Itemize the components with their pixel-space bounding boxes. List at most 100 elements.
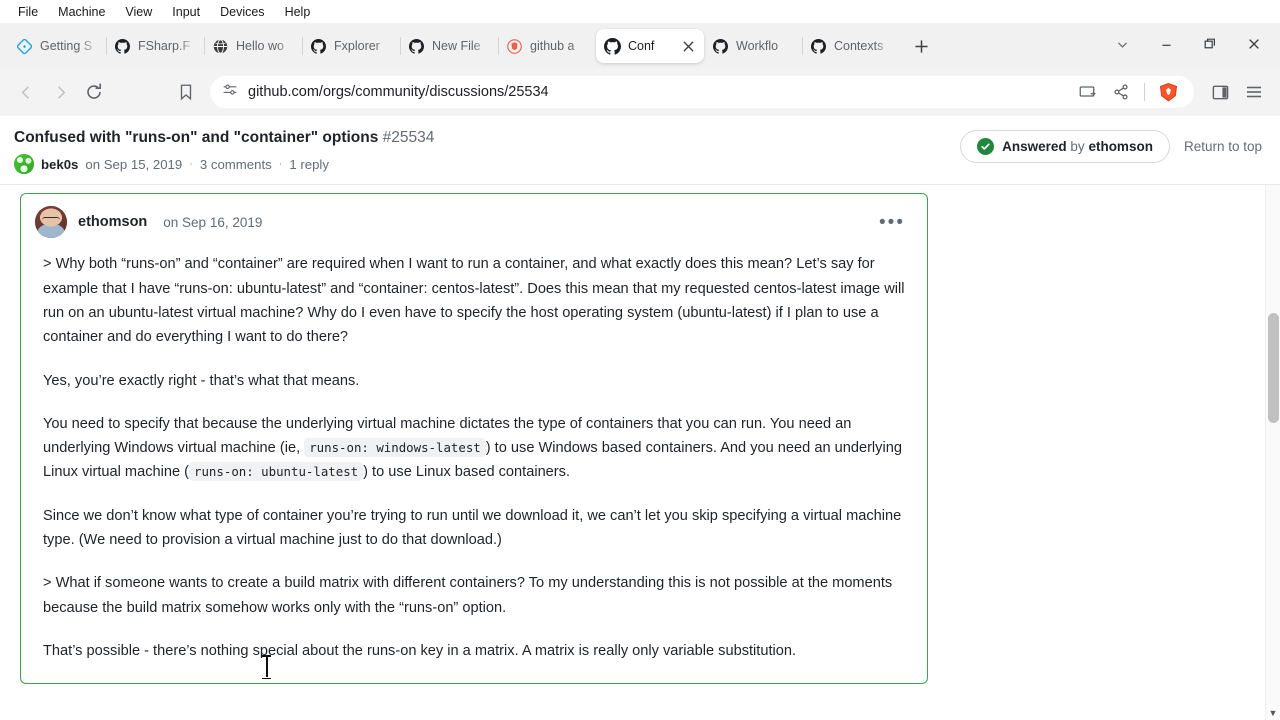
comment-author[interactable]: ethomson [78, 214, 147, 230]
back-icon[interactable] [10, 76, 42, 108]
tab-title: New File [432, 39, 481, 53]
tab-title: Getting S [40, 39, 93, 53]
discussion-header: Confused with "runs-on" and "container" … [0, 116, 1280, 186]
paragraph-text: Yes, you’re exactly right - that’s what … [43, 372, 360, 389]
discussion-scroll-area: ethomson on Sep 16, 2019 ••• > Why both … [0, 185, 1280, 720]
share-icon[interactable] [1105, 76, 1137, 108]
meta-separator: · [189, 158, 193, 171]
vm-menu-file[interactable]: File [8, 3, 48, 21]
sidebar-toggle-icon[interactable] [1204, 76, 1236, 108]
return-to-top-link[interactable]: Return to top [1184, 139, 1262, 154]
bookmark-icon[interactable] [170, 76, 202, 108]
address-bar-icons [1071, 76, 1184, 108]
cast-icon[interactable] [1071, 76, 1103, 108]
tab-title: Fxplorer [334, 39, 380, 53]
inline-code: runs-on: ubuntu-latest [189, 462, 364, 482]
vm-menu-input[interactable]: Input [162, 3, 210, 21]
github-icon [408, 38, 425, 55]
discussion-author[interactable]: bek0s [41, 157, 78, 172]
tab-title: github a [530, 39, 575, 53]
comment-body: > Why both “runs-on” and “container” are… [21, 246, 927, 683]
window-minimize-button[interactable] [1144, 25, 1188, 63]
toolbar-divider [1144, 83, 1145, 101]
forward-icon[interactable] [44, 76, 76, 108]
comment-date: on Sep 16, 2019 [163, 214, 263, 230]
globe-icon [212, 38, 229, 55]
vscode-diamond-icon [16, 38, 33, 55]
paragraph-text: > What if someone wants to create a buil… [43, 575, 893, 616]
comment-header: ethomson on Sep 16, 2019 ••• [21, 194, 927, 246]
tab-strip: Getting S FSharp.F Hello wo Fxplorer New… [0, 24, 1280, 68]
brave-icon [506, 38, 523, 55]
paragraph-text: > Why both “runs-on” and “container” are… [43, 256, 905, 346]
tab-github-a[interactable]: github a [498, 29, 596, 63]
tab-search-chevron-down-icon[interactable] [1100, 25, 1144, 63]
window-controls [1100, 24, 1276, 68]
answered-user: ethomson [1088, 139, 1153, 154]
page-viewport: Confused with "runs-on" and "container" … [0, 116, 1280, 720]
status-badge[interactable]: Answered by ethomson [960, 130, 1170, 163]
discussion-number: #25534 [382, 129, 435, 146]
vm-menu-devices[interactable]: Devices [210, 3, 274, 21]
scrollbar-thumb[interactable] [1268, 313, 1279, 424]
discussion-date: on Sep 15, 2019 [85, 156, 183, 172]
tab-contexts[interactable]: Contexts [802, 29, 900, 63]
github-icon [114, 38, 131, 55]
browser-toolbar: github.com/orgs/community/discussions/25… [0, 68, 1280, 116]
tab-fxplorer[interactable]: Fxplorer [302, 29, 400, 63]
vm-menubar: File Machine View Input Devices Help [0, 0, 1280, 24]
vm-menu-help[interactable]: Help [275, 3, 321, 21]
paragraph-text: Since we don’t know what type of contain… [43, 507, 902, 549]
tab-title: Contexts [834, 39, 884, 53]
tab-title: FSharp.F [138, 39, 191, 53]
tab-confused-active[interactable]: Conf [596, 29, 704, 63]
comment-options-icon[interactable]: ••• [871, 213, 913, 232]
reload-icon[interactable] [78, 76, 110, 108]
comment-paragraph: > Why both “runs-on” and “container” are… [43, 252, 905, 349]
tab-title: Conf [628, 39, 655, 53]
comment-paragraph: You need to specify that because the und… [43, 412, 905, 485]
answer-comment-card: ethomson on Sep 16, 2019 ••• > Why both … [20, 193, 928, 685]
tab-hello-world[interactable]: Hello wo [204, 29, 302, 63]
browser-window: Getting S FSharp.F Hello wo Fxplorer New… [0, 24, 1280, 720]
vm-menu-machine[interactable]: Machine [48, 3, 115, 21]
github-icon [604, 37, 621, 55]
vm-menu-view[interactable]: View [115, 3, 162, 21]
comment-paragraph: That’s possible - there’s nothing specia… [43, 639, 905, 663]
avatar[interactable] [35, 206, 67, 239]
tab-workflow[interactable]: Workflo [704, 29, 802, 63]
tab-title: Workflo [736, 39, 779, 53]
scroll-down-arrow-icon[interactable]: ▼ [1266, 708, 1280, 718]
comments-count[interactable]: 3 comments [200, 157, 272, 172]
tab-title: Hello wo [236, 39, 284, 53]
brave-shields-icon[interactable] [1152, 76, 1184, 108]
paragraph-text: ) to use Linux based containers. [363, 464, 571, 481]
page-scrollbar[interactable]: ▼ [1265, 185, 1280, 720]
url-text[interactable]: github.com/orgs/community/discussions/25… [248, 84, 1061, 100]
new-tab-button[interactable] [906, 31, 936, 61]
tab-new-file[interactable]: New File [400, 29, 498, 63]
discussion-header-right: Answered by ethomson Return to top [960, 128, 1262, 163]
answered-label: Answered by ethomson [1002, 139, 1153, 154]
tab-getting-started[interactable]: Getting S [8, 29, 106, 63]
comment-paragraph: > What if someone wants to create a buil… [43, 571, 905, 620]
answered-strong: Answered [1002, 139, 1067, 154]
comment-paragraph: Since we don’t know what type of contain… [43, 504, 905, 553]
avatar[interactable] [14, 154, 34, 175]
site-settings-icon[interactable] [222, 82, 238, 103]
comment-paragraph: Yes, you’re exactly right - that’s what … [43, 369, 905, 393]
tab-close-icon[interactable] [680, 38, 696, 54]
page-title: Confused with "runs-on" and "container" … [14, 128, 434, 147]
browser-menu-icon[interactable] [1238, 76, 1270, 108]
tabs-container: Getting S FSharp.F Hello wo Fxplorer New… [8, 24, 1100, 68]
github-icon [310, 38, 327, 55]
replies-count[interactable]: 1 reply [289, 157, 329, 172]
window-close-button[interactable] [1232, 25, 1276, 63]
window-restore-button[interactable] [1188, 25, 1232, 63]
paragraph-text: That’s possible - there’s nothing specia… [43, 642, 797, 659]
address-bar[interactable]: github.com/orgs/community/discussions/25… [210, 76, 1194, 108]
inline-code: runs-on: windows-latest [304, 438, 486, 458]
meta-separator: · [278, 158, 283, 171]
discussion-header-left: Confused with "runs-on" and "container" … [14, 128, 434, 175]
tab-fsharp[interactable]: FSharp.F [106, 29, 204, 63]
